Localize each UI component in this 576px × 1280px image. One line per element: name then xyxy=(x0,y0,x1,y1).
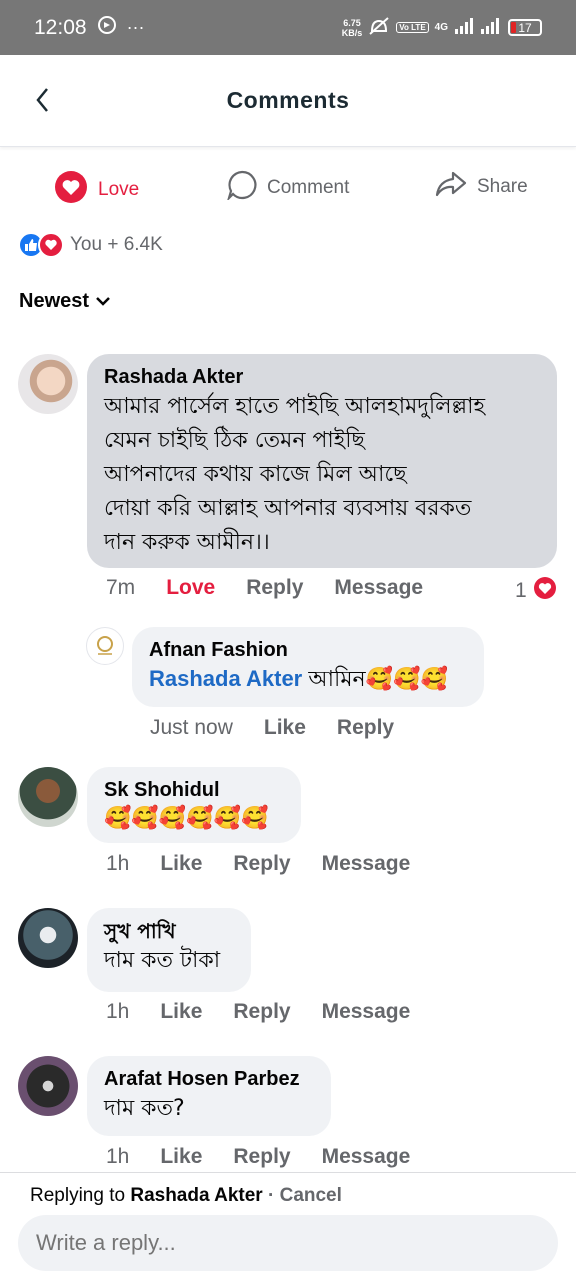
comment-reaction-count[interactable]: 1 xyxy=(515,576,557,606)
reply-bubble: Afnan Fashion Rashada Akter আমিন🥰🥰🥰 xyxy=(132,627,484,707)
back-arrow-icon[interactable] xyxy=(32,85,56,115)
love-reaction-small-icon xyxy=(38,232,64,258)
reply-time: Just now xyxy=(150,716,233,739)
more-notifications-icon: ··· xyxy=(126,17,145,37)
mute-icon xyxy=(368,17,390,38)
emoji-reactions: 🥰🥰🥰🥰🥰🥰 xyxy=(104,805,269,830)
like-action[interactable]: Like xyxy=(160,1000,202,1024)
reaction-count: You + 6.4K xyxy=(70,234,163,255)
message-action[interactable]: Message xyxy=(322,852,411,876)
comment-bubble: Arafat Hosen Parbez দাম কত? xyxy=(87,1056,331,1136)
message-action[interactable]: Message xyxy=(322,1145,411,1169)
love-button[interactable]: Love xyxy=(54,170,139,210)
message-action[interactable]: Message xyxy=(334,576,423,600)
signal-icon-2 xyxy=(480,18,502,37)
whatsapp-icon xyxy=(97,15,117,40)
comment-bubble-icon xyxy=(226,170,257,206)
comment-meta: 7m Love Reply Message xyxy=(106,576,454,600)
reply-text: আমিন xyxy=(308,667,366,692)
sort-label: Newest xyxy=(19,290,90,312)
reply-action[interactable]: Reply xyxy=(337,716,394,740)
share-arrow-icon xyxy=(435,170,467,204)
battery-indicator: 17 xyxy=(508,19,542,36)
comment-time: 1h xyxy=(106,852,130,875)
signal-icon xyxy=(454,18,474,37)
comment-bubble: সুখ পাখি দাম কত টাকা xyxy=(87,908,251,992)
comment-label: Comment xyxy=(267,177,350,198)
post-actions: Love Comment Share xyxy=(0,160,576,212)
reply-author[interactable]: Afnan Fashion xyxy=(149,637,467,663)
reply-action[interactable]: Reply xyxy=(246,576,303,600)
comment-time: 1h xyxy=(106,1000,130,1023)
status-bar: 12:08 ··· 6.75 KB/s Vo LTE 4G 17 xyxy=(0,0,576,55)
replying-to-banner: Replying to Rashada Akter · Cancel xyxy=(30,1185,342,1206)
chevron-down-icon xyxy=(95,290,111,313)
replying-to-name: Rashada Akter xyxy=(130,1185,263,1206)
comment-author[interactable]: Rashada Akter xyxy=(104,364,540,390)
reply-input[interactable] xyxy=(18,1215,558,1271)
love-label: Love xyxy=(98,179,140,200)
like-action[interactable]: Like xyxy=(264,716,306,740)
emoji-reactions: 🥰🥰🥰 xyxy=(365,666,448,691)
comment-author[interactable]: Sk Shohidul xyxy=(104,777,284,803)
tagged-user[interactable]: Rashada Akter xyxy=(149,666,302,691)
avatar[interactable] xyxy=(18,1056,78,1116)
volte-icon: Vo LTE xyxy=(396,22,429,33)
comment-author[interactable]: সুখ পাখি xyxy=(104,918,234,944)
network-type: 4G xyxy=(434,22,448,33)
comment-meta: 1h Like Reply Message xyxy=(106,852,441,876)
comment-time: 7m xyxy=(106,576,136,599)
comment-bubble: Sk Shohidul 🥰🥰🥰🥰🥰🥰 xyxy=(87,767,301,843)
comment-time: 1h xyxy=(106,1145,130,1168)
message-action[interactable]: Message xyxy=(322,1000,411,1024)
love-action[interactable]: Love xyxy=(166,576,215,600)
comment-text: দাম কত টাকা xyxy=(104,948,221,973)
reply-composer: Replying to Rashada Akter · Cancel xyxy=(0,1172,576,1280)
reply-action[interactable]: Reply xyxy=(233,852,290,876)
share-label: Share xyxy=(477,176,528,197)
comment-button[interactable]: Comment xyxy=(226,170,350,206)
reply-meta: Just now Like Reply xyxy=(150,716,425,740)
love-reaction-icon xyxy=(533,576,557,606)
comment-text: দাম কত? xyxy=(104,1096,185,1121)
comment-meta: 1h Like Reply Message xyxy=(106,1145,441,1169)
reply-action[interactable]: Reply xyxy=(233,1000,290,1024)
comments-header: Comments xyxy=(0,55,576,147)
comment-meta: 1h Like Reply Message xyxy=(106,1000,441,1024)
cancel-reply-button[interactable]: Cancel xyxy=(280,1185,342,1206)
comment-bubble: Rashada Akter আমার পার্সেল হাতে পাইছি আল… xyxy=(87,354,557,568)
avatar[interactable] xyxy=(18,767,78,827)
avatar[interactable] xyxy=(18,908,78,968)
page-logo-avatar[interactable] xyxy=(86,627,124,665)
reply-action[interactable]: Reply xyxy=(233,1145,290,1169)
page-title: Comments xyxy=(226,87,350,113)
love-reaction-icon xyxy=(54,170,88,210)
share-button[interactable]: Share xyxy=(435,170,528,204)
sort-dropdown[interactable]: Newest xyxy=(19,290,111,313)
reaction-summary[interactable]: You + 6.4K xyxy=(18,232,163,258)
comment-text: আমার পার্সেল হাতে পাইছি আলহামদুলিল্লাহ য… xyxy=(104,394,486,555)
status-time: 12:08 xyxy=(34,15,87,39)
comment-author[interactable]: Arafat Hosen Parbez xyxy=(104,1066,314,1092)
network-speed: 6.75 KB/s xyxy=(341,17,363,38)
like-action[interactable]: Like xyxy=(160,852,202,876)
like-action[interactable]: Like xyxy=(160,1145,202,1169)
avatar[interactable] xyxy=(18,354,78,414)
